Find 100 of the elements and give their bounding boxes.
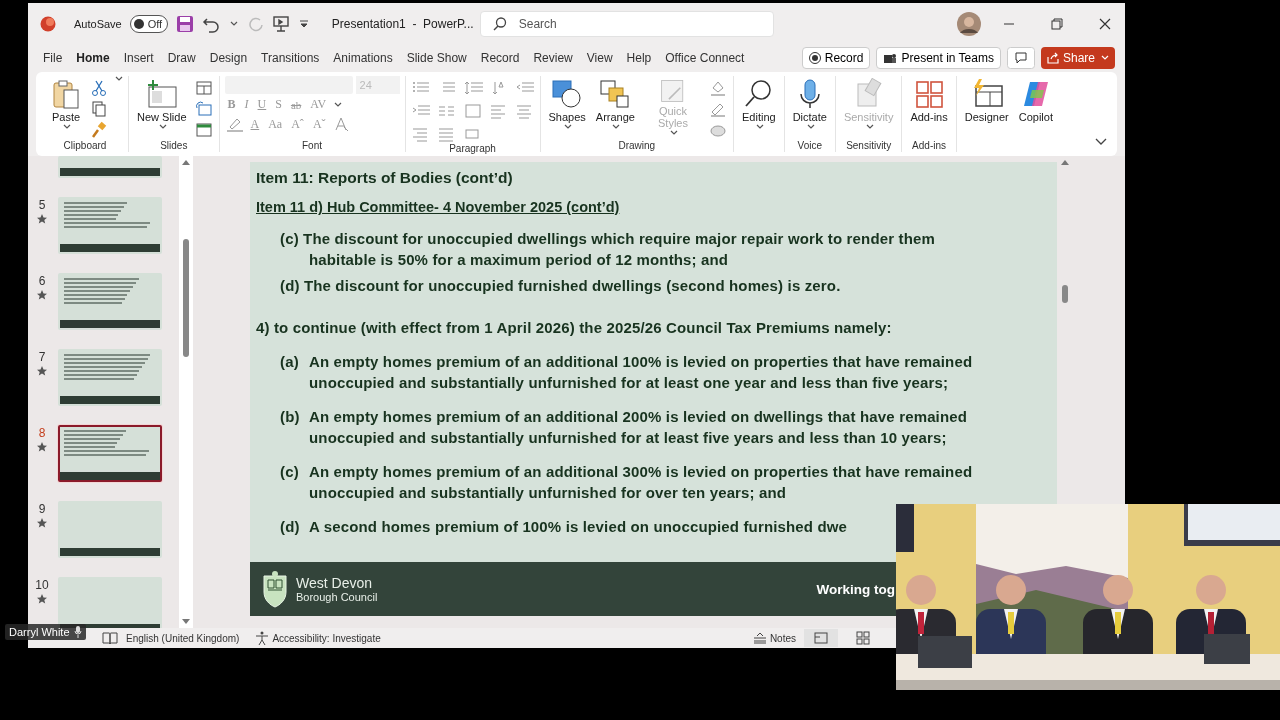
section-icon[interactable] bbox=[193, 121, 214, 139]
caret-icon[interactable] bbox=[334, 101, 343, 108]
autosave-toggle[interactable]: Off bbox=[129, 15, 168, 33]
ribbon-tab[interactable]: Slide Show bbox=[399, 46, 474, 69]
share-icon bbox=[1046, 51, 1059, 64]
group-label: Clipboard bbox=[63, 140, 107, 152]
ribbon-tab[interactable]: Design bbox=[202, 46, 255, 69]
dictate-button[interactable]: Dictate bbox=[789, 76, 830, 132]
new-slide-button[interactable]: New Slide bbox=[134, 76, 190, 132]
slide-paragraph: An empty homes premium of an additional 300% is levied on properties that have remained unoccupied and substantially unfurnished for over ten years; and bbox=[309, 462, 974, 503]
slide-paragraph: An empty homes premium of an additional 200% is levied on dwellings that have remained unoccupied and substantially unfurnished for at least five years and less than 10 years; bbox=[309, 407, 969, 448]
ribbon-tab[interactable]: Insert bbox=[116, 46, 161, 69]
ribbon-tab[interactable]: Animations bbox=[326, 46, 400, 69]
ribbon-tab[interactable]: Review bbox=[526, 46, 580, 69]
layout-icon[interactable] bbox=[193, 79, 214, 97]
caret-icon[interactable] bbox=[755, 124, 764, 130]
slide-paragraph: (c) The discount for unoccupied dwellings which require major repair work to render them habitable is 50% for a maximum period of 12 months; and bbox=[279, 229, 936, 270]
microphone-icon bbox=[73, 626, 82, 638]
undo-icon[interactable] bbox=[201, 15, 220, 33]
save-icon[interactable] bbox=[175, 15, 194, 33]
group-label: Slides bbox=[160, 140, 188, 152]
star-icon bbox=[37, 518, 47, 528]
caret-icon[interactable] bbox=[158, 124, 167, 130]
list-marker: (d) bbox=[280, 517, 301, 537]
slide-number: 7 bbox=[38, 350, 46, 364]
star-icon bbox=[37, 594, 47, 604]
comments-icon[interactable] bbox=[1006, 46, 1035, 69]
app-logo-icon[interactable] bbox=[40, 16, 56, 32]
cut-icon[interactable] bbox=[89, 79, 109, 97]
slide-number: 6 bbox=[38, 274, 46, 288]
ribbon-tab[interactable]: Record bbox=[473, 46, 527, 69]
accessibility-button[interactable]: Accessibility: Investigate bbox=[255, 631, 381, 645]
slide-thumbnail[interactable] bbox=[58, 197, 162, 254]
ribbon-tab[interactable]: File bbox=[36, 46, 70, 69]
slide-paragraph: A second homes premium of 100% is levied on unoccupied furnished dwe bbox=[309, 517, 848, 537]
add-ins-icon bbox=[913, 78, 946, 110]
slide-thumbnail[interactable] bbox=[58, 349, 162, 406]
shapes-button[interactable]: Shapes bbox=[545, 76, 589, 132]
customize-caret-icon[interactable] bbox=[297, 19, 310, 29]
scrollbar-thumb[interactable] bbox=[183, 239, 189, 357]
slide-thumbnail[interactable] bbox=[58, 501, 162, 558]
share-button[interactable]: Share bbox=[1040, 46, 1115, 69]
caret-icon bbox=[1101, 54, 1109, 61]
collapse-ribbon-icon[interactable] bbox=[1095, 138, 1107, 146]
caret-icon[interactable] bbox=[612, 124, 621, 130]
avatar-icon[interactable] bbox=[957, 12, 981, 36]
group-label: Voice bbox=[797, 140, 822, 152]
caret-icon[interactable] bbox=[115, 76, 123, 82]
document-title: Presentation1 - PowerP... bbox=[331, 17, 472, 31]
present-in-teams-button[interactable]: Present in Teams bbox=[876, 46, 1001, 69]
paste-button[interactable]: Paste bbox=[47, 76, 85, 132]
ribbon-tab[interactable]: Draw bbox=[160, 46, 203, 69]
ribbon-tab[interactable]: Transitions bbox=[254, 46, 327, 69]
star-icon bbox=[37, 442, 47, 452]
group-label: Add-ins bbox=[912, 140, 946, 152]
slide-thumbnail[interactable] bbox=[58, 273, 162, 330]
caret-icon[interactable] bbox=[229, 21, 238, 27]
caret-icon[interactable] bbox=[564, 124, 573, 130]
editing-button[interactable]: Editing bbox=[739, 76, 779, 132]
slide-thumbnail[interactable] bbox=[58, 156, 162, 178]
ribbon-tab[interactable]: Office Connect bbox=[658, 46, 752, 69]
clipboard-icon bbox=[50, 78, 82, 110]
slide-number: 8 bbox=[38, 426, 46, 440]
copilot-button[interactable]: Copilot bbox=[1015, 76, 1056, 125]
scroll-up-icon[interactable] bbox=[182, 159, 190, 165]
add-ins-button[interactable]: Add-ins bbox=[907, 76, 951, 125]
star-icon bbox=[37, 366, 47, 376]
slide-thumbnail[interactable] bbox=[58, 425, 162, 482]
group-label: Sensitivity bbox=[846, 140, 892, 152]
shape-fill-icon[interactable] bbox=[708, 79, 728, 97]
notes-button[interactable]: Notes bbox=[752, 632, 796, 644]
record-icon bbox=[808, 51, 821, 64]
slide-paragraph: (d) The discount for unoccupied furnished dwellings (second homes) is zero. bbox=[279, 276, 842, 296]
caret-icon[interactable] bbox=[63, 124, 71, 130]
reset-icon[interactable] bbox=[193, 100, 214, 118]
scrollbar-thumb[interactable] bbox=[1061, 285, 1068, 303]
slide-number: 9 bbox=[38, 502, 46, 516]
designer-button[interactable]: Designer bbox=[961, 76, 1012, 125]
scroll-up-icon[interactable] bbox=[1060, 159, 1069, 165]
list-marker: (c) bbox=[280, 462, 300, 482]
copy-icon[interactable] bbox=[89, 100, 109, 118]
record-button[interactable]: Record bbox=[801, 46, 871, 69]
list-marker: (a) bbox=[280, 352, 300, 372]
star-icon bbox=[37, 290, 47, 300]
normal-view-icon[interactable] bbox=[804, 629, 838, 647]
spell-check-icon[interactable] bbox=[102, 631, 118, 645]
slide-subtitle: Item 11 d) Hub Committee- 4 November 2025 (cont’d) bbox=[256, 198, 621, 217]
speaker-name: Darryl White bbox=[9, 626, 70, 638]
slide-heading: 4) to continue (with effect from 1 April 2026) the 2025/26 Council Tax Premiums namely: bbox=[256, 318, 893, 338]
search-field[interactable]: Search bbox=[479, 11, 774, 37]
scroll-down-icon[interactable] bbox=[182, 619, 190, 625]
slide-thumbnail[interactable] bbox=[58, 577, 162, 628]
ribbon-tab[interactable]: Help bbox=[619, 46, 659, 69]
arrange-button[interactable]: Arrange bbox=[592, 76, 638, 132]
ribbon-tab[interactable]: View bbox=[579, 46, 620, 69]
language-status[interactable]: English (United Kingdom) bbox=[126, 632, 240, 644]
format-painter-icon[interactable] bbox=[89, 121, 109, 139]
footer-tagline: Working tog bbox=[816, 581, 895, 597]
caret-icon[interactable] bbox=[806, 124, 815, 130]
presenter-icon[interactable] bbox=[271, 15, 290, 33]
